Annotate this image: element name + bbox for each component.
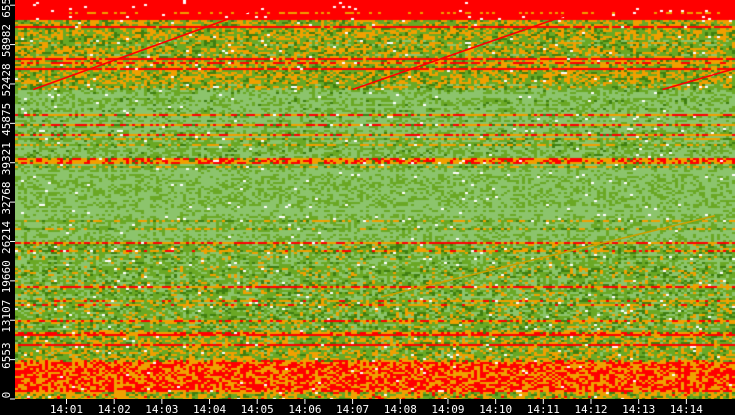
x-tick-label: 14:05 bbox=[241, 403, 274, 415]
x-tick-label: 14:06 bbox=[288, 403, 321, 415]
y-tick-label: 32768 bbox=[0, 182, 13, 215]
y-tick-label: 26214 bbox=[0, 221, 13, 254]
x-tick-label: 14:07 bbox=[336, 403, 369, 415]
x-tick-label: 14:13 bbox=[622, 403, 655, 415]
x-tick-label: 14:14 bbox=[670, 403, 703, 415]
y-tick-label: 0 bbox=[0, 392, 13, 399]
diagonal-feature-line bbox=[381, 214, 716, 298]
x-tick-label: 14:10 bbox=[479, 403, 512, 415]
y-tick-label: 52428 bbox=[0, 63, 13, 96]
x-tick-label: 14:08 bbox=[384, 403, 417, 415]
diagonal-feature-line bbox=[32, 0, 282, 91]
y-tick-label: 39321 bbox=[0, 142, 13, 175]
diagonal-feature-line bbox=[662, 67, 735, 91]
y-tick-label: 13107 bbox=[0, 300, 13, 333]
y-tick-label: 58982 bbox=[0, 24, 13, 57]
chart-overlay: 14:01 14:02 14:03 14:04 14:05 14:06 14:07 14:08… bbox=[0, 0, 735, 415]
y-tick-label: 65536 bbox=[0, 0, 13, 18]
x-tick-label: 14:03 bbox=[145, 403, 178, 415]
x-tick-label: 14:11 bbox=[527, 403, 560, 415]
y-tick-label: 6553 bbox=[0, 342, 13, 369]
heatmap-chart: 14:01 14:02 14:03 14:04 14:05 14:06 14:07 14:08… bbox=[0, 0, 735, 415]
x-tick-label: 14:12 bbox=[574, 403, 607, 415]
x-tick-label: 14:04 bbox=[193, 403, 226, 415]
x-tick-label: 14:01 bbox=[50, 403, 83, 415]
x-tick-label: 14:02 bbox=[98, 403, 131, 415]
x-tick-label: 14:09 bbox=[431, 403, 464, 415]
diagonal-feature-line bbox=[352, 0, 611, 91]
y-tick-label: 45875 bbox=[0, 103, 13, 136]
y-tick-label: 19660 bbox=[0, 260, 13, 293]
